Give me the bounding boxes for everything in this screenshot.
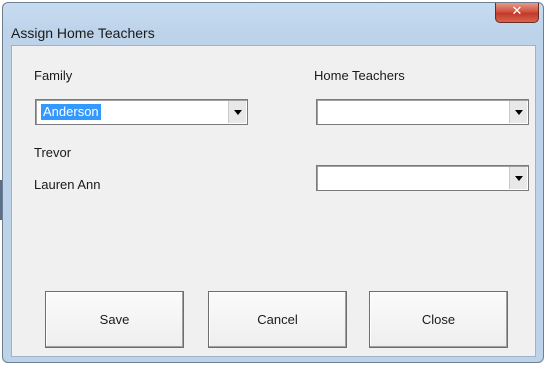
member-name: Lauren Ann [34,177,101,192]
chevron-down-icon[interactable] [228,101,246,123]
close-icon: ✕ [511,4,523,19]
window-title: Assign Home Teachers [11,25,155,41]
dialog-window: Assign Home Teachers ✕ Family Anderson H… [2,2,544,363]
home-teacher-2-value [322,170,326,172]
home-teacher-1-dropdown[interactable] [316,99,529,125]
home-teacher-1-value [322,104,326,106]
close-button[interactable]: Close [369,291,508,348]
home-teachers-label: Home Teachers [314,68,405,83]
family-label: Family [34,68,73,83]
save-button[interactable]: Save [45,291,184,348]
family-dropdown[interactable]: Anderson [35,99,248,125]
chevron-down-icon[interactable] [509,101,527,123]
cancel-button[interactable]: Cancel [208,291,347,348]
title-bar[interactable]: Assign Home Teachers ✕ [3,3,543,45]
chevron-down-icon[interactable] [509,167,527,189]
window-close-button[interactable]: ✕ [495,3,539,23]
home-teacher-2-dropdown[interactable] [316,165,529,191]
dialog-body: Family Anderson Home Teachers Trevor Lau… [11,45,536,357]
family-dropdown-value: Anderson [41,104,101,120]
member-name: Trevor [34,145,72,160]
